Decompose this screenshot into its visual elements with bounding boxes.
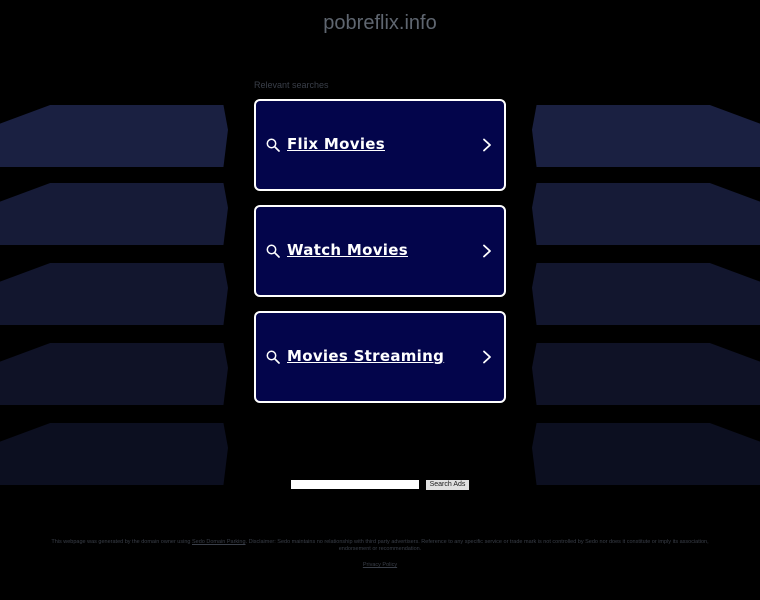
chevron-right-icon: [483, 138, 491, 152]
privacy-policy-link[interactable]: Privacy Policy: [363, 562, 397, 568]
related-search-watch-movies[interactable]: Watch Movies: [254, 205, 506, 297]
related-search-flix-movies[interactable]: Flix Movies: [254, 99, 506, 191]
search-input[interactable]: [291, 480, 419, 489]
background-band: [0, 343, 228, 405]
chevron-right-icon: [483, 350, 491, 364]
background-band: [532, 263, 760, 325]
related-search-label: Watch Movies: [287, 241, 408, 259]
background-band: [532, 105, 760, 167]
background-band: [0, 423, 228, 485]
search-icon: [266, 350, 280, 364]
page: pobreflix.info Relevant searches Flix Mo…: [0, 0, 760, 600]
sedo-domain-parking-link[interactable]: Sedo Domain Parking: [192, 539, 246, 545]
site-title: pobreflix.info: [323, 12, 437, 34]
background-band: [532, 183, 760, 245]
related-search-label: Movies Streaming: [287, 347, 445, 365]
search-icon: [266, 244, 280, 258]
search-icon: [266, 138, 280, 152]
background-band: [0, 105, 228, 167]
privacy-footer: Privacy Policy: [0, 562, 760, 568]
related-search-label: Flix Movies: [287, 135, 385, 153]
search-form: Search Ads: [0, 480, 760, 490]
related-search-movies-streaming[interactable]: Movies Streaming: [254, 311, 506, 403]
relevant-searches-label: Relevant searches: [254, 80, 329, 90]
disclaimer-text: This webpage was generated by the domain…: [51, 539, 192, 545]
background-band: [532, 423, 760, 485]
disclaimer-text: . Disclaimer: Sedo maintains no relation…: [245, 539, 709, 552]
disclaimer: This webpage was generated by the domain…: [40, 539, 720, 553]
background-band: [0, 183, 228, 245]
background-band: [532, 343, 760, 405]
search-ads-button[interactable]: Search Ads: [426, 480, 469, 490]
background-band: [0, 263, 228, 325]
chevron-right-icon: [483, 244, 491, 258]
